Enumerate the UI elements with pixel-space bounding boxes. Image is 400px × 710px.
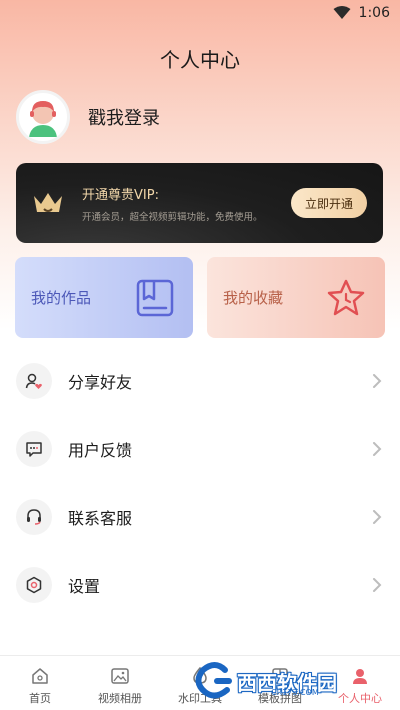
star-icon bbox=[327, 279, 365, 315]
my-favorites-card[interactable]: 我的收藏 bbox=[207, 257, 385, 338]
menu-item-customer-service[interactable]: 联系客服 bbox=[0, 483, 400, 551]
image-icon bbox=[111, 668, 129, 684]
page-title: 个人中心 bbox=[160, 48, 240, 72]
profile-section[interactable]: 戳我登录 bbox=[16, 90, 160, 144]
works-folder-icon bbox=[136, 279, 174, 316]
avatar[interactable] bbox=[16, 90, 70, 144]
menu-item-label: 分享好友 bbox=[68, 373, 133, 392]
my-favorites-label: 我的收藏 bbox=[223, 289, 284, 307]
tab-label: 视频相册 bbox=[98, 692, 142, 705]
feedback-icon bbox=[16, 431, 52, 467]
my-works-card[interactable]: 我的作品 bbox=[15, 257, 193, 338]
vip-description: 开通会员，超全视频剪辑功能，免费使用。 bbox=[82, 211, 263, 223]
headset-icon bbox=[16, 499, 52, 535]
settings-menu: 分享好友 用户反馈 联系客服 设置 bbox=[0, 347, 400, 619]
vip-title: 开通尊贵VIP: bbox=[82, 187, 159, 203]
chevron-right-icon bbox=[373, 374, 382, 388]
crown-icon bbox=[34, 193, 62, 212]
menu-item-feedback[interactable]: 用户反馈 bbox=[0, 415, 400, 483]
menu-item-label: 设置 bbox=[68, 577, 101, 596]
chevron-right-icon bbox=[373, 510, 382, 524]
watermark-subtext: CR173.COM bbox=[271, 688, 319, 697]
chevron-right-icon bbox=[373, 578, 382, 592]
tab-home[interactable]: 首页 bbox=[0, 656, 80, 710]
site-watermark: 西西软件园 CR173.COM bbox=[195, 662, 383, 700]
menu-item-settings[interactable]: 设置 bbox=[0, 551, 400, 619]
share-user-icon bbox=[16, 363, 52, 399]
login-link[interactable]: 戳我登录 bbox=[88, 104, 160, 130]
open-vip-button[interactable]: 立即开通 bbox=[291, 188, 367, 218]
avatar-person-icon bbox=[29, 101, 57, 137]
vip-banner[interactable]: 开通尊贵VIP: 开通会员，超全视频剪辑功能，免费使用。 立即开通 bbox=[16, 163, 383, 243]
menu-item-label: 联系客服 bbox=[68, 509, 133, 528]
menu-item-share[interactable]: 分享好友 bbox=[0, 347, 400, 415]
watermark-logo-icon bbox=[195, 662, 232, 699]
wifi-icon bbox=[333, 6, 351, 19]
status-time: 1:06 bbox=[358, 5, 390, 21]
tab-video-album[interactable]: 视频相册 bbox=[80, 656, 160, 710]
tab-label: 首页 bbox=[29, 692, 51, 705]
chevron-right-icon bbox=[373, 442, 382, 456]
home-icon bbox=[32, 668, 48, 684]
menu-item-label: 用户反馈 bbox=[68, 441, 133, 460]
gear-icon bbox=[16, 567, 52, 603]
status-bar: 1:06 bbox=[0, 0, 400, 26]
my-works-label: 我的作品 bbox=[31, 289, 92, 307]
